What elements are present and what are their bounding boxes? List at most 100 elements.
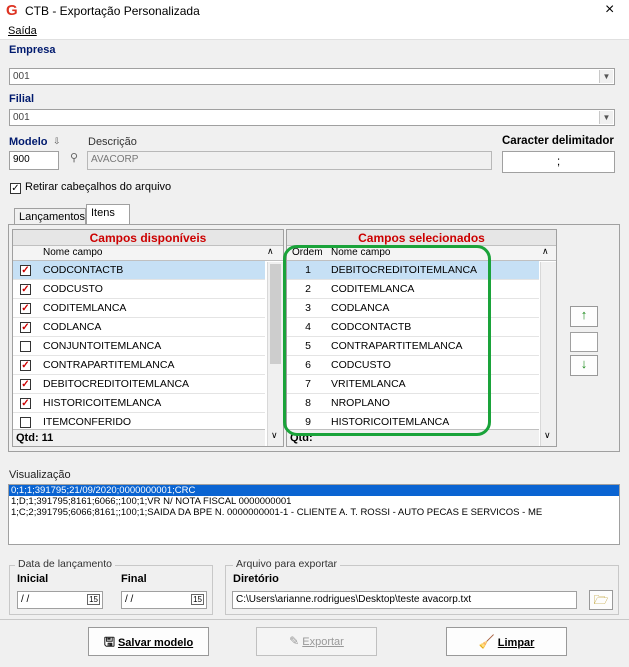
chevron-down-icon[interactable]: ▼ <box>599 111 613 124</box>
field-name: DEBITOCREDITOITEMLANCA <box>43 378 190 390</box>
scroll-thumb[interactable] <box>270 264 281 364</box>
pencil-icon: ✎ <box>289 634 300 648</box>
final-value: / / <box>125 594 134 605</box>
field-name: CODLANCA <box>43 321 102 333</box>
visualizacao-label: Visualização <box>9 469 71 481</box>
field-ordem: 3 <box>305 302 311 314</box>
list-item[interactable]: 5 CONTRAPARTITEMLANCA <box>287 337 539 356</box>
chevron-down-icon[interactable]: ∨ <box>544 430 551 441</box>
field-ordem: 5 <box>305 340 311 352</box>
field-name: CODCONTACTB <box>43 264 124 276</box>
caracter-label: Caracter delimitador <box>502 135 614 147</box>
descricao-input: AVACORP <box>87 151 492 170</box>
close-icon[interactable]: × <box>605 1 614 19</box>
visualizacao-box[interactable]: 0;1;1;391795;21/09/2020;0000000001;CRC 1… <box>8 484 620 545</box>
field-name: CODCUSTO <box>43 283 103 295</box>
disponiveis-col-nome: Nome campo <box>43 247 103 258</box>
chevron-down-icon[interactable]: ∨ <box>271 430 278 441</box>
menu-saida[interactable]: Saída <box>8 25 37 37</box>
inicial-value: / / <box>21 594 30 605</box>
final-label: Final <box>121 573 147 585</box>
window-title: CTB - Exportação Personalizada <box>25 4 200 18</box>
salvar-modelo-button[interactable]: 🖫 Salvar modelo <box>88 627 209 656</box>
field-checkbox[interactable] <box>20 341 31 352</box>
caracter-input[interactable]: ; <box>502 151 615 173</box>
list-item[interactable]: ✓ DEBITOCREDITOITEMLANCA <box>13 375 265 394</box>
title-bar: G CTB - Exportação Personalizada × <box>0 0 629 22</box>
selecionados-title: Campos selecionados <box>287 230 556 246</box>
exportar-button[interactable]: ✎ Exportar <box>256 627 377 656</box>
selecionados-col-ordem: Ordem <box>292 247 323 258</box>
modelo-label: Modelo <box>9 136 48 148</box>
field-checkbox[interactable] <box>20 417 31 428</box>
data-lancamento-title: Data de lançamento <box>15 558 115 570</box>
app-logo-icon: G <box>6 2 18 19</box>
list-item[interactable]: ✓ CODITEMLANCA <box>13 299 265 318</box>
binoculars-icon[interactable]: ⚲ <box>63 151 85 170</box>
calendar-icon[interactable]: 15 <box>87 594 100 605</box>
field-name: CONTRAPARTITEMLANCA <box>331 340 463 352</box>
disponiveis-col-header: Nome campo ∧ <box>13 246 283 261</box>
field-name: HISTORICOITEMLANCA <box>43 397 162 409</box>
list-item[interactable]: 4 CODCONTACTB <box>287 318 539 337</box>
broom-icon: 🧹 <box>478 634 495 649</box>
field-name: CODITEMLANCA <box>331 283 415 295</box>
viz-line-2: 1;C;2;391795;6066;8161;;100;1;SAIDA DA B… <box>11 507 543 518</box>
inicial-input[interactable]: / / 15 <box>17 591 103 609</box>
campos-selecionados-grid: Campos selecionados Ordem Nome campo ∧ 1… <box>286 229 557 447</box>
empresa-combo[interactable]: 001 ▼ <box>9 68 615 85</box>
field-checkbox[interactable]: ✓ <box>20 303 31 314</box>
campos-disponiveis-grid: Campos disponíveis Nome campo ∧ ✓ CODCONT… <box>12 229 284 447</box>
order-input[interactable] <box>570 332 598 352</box>
list-item[interactable]: 7 VRITEMLANCA <box>287 375 539 394</box>
list-item[interactable]: 1 DEBITOCREDITOITEMLANCA <box>287 261 539 280</box>
diretorio-input[interactable]: C:\Users\arianne.rodrigues\Desktop\teste… <box>232 591 577 609</box>
field-name: NROPLANO <box>331 397 390 409</box>
selecionados-qtd: Qtd: <box>287 429 539 446</box>
list-item[interactable]: ✓ CODCUSTO <box>13 280 265 299</box>
list-item[interactable]: 8 NROPLANO <box>287 394 539 413</box>
diretorio-label: Diretório <box>233 573 279 585</box>
move-down-button[interactable]: ↓ <box>570 355 598 376</box>
field-checkbox[interactable]: ✓ <box>20 265 31 276</box>
list-item[interactable]: 2 CODITEMLANCA <box>287 280 539 299</box>
chevron-down-icon[interactable]: ▼ <box>599 70 613 83</box>
field-name: CONJUNTOITEMLANCA <box>43 340 162 352</box>
viz-line-0: 0;1;1;391795;21/09/2020;0000000001;CRC <box>9 485 619 496</box>
disponiveis-scrollbar[interactable]: ∨ <box>267 262 283 446</box>
limpar-button[interactable]: 🧹 Limpar <box>446 627 567 656</box>
field-name: CONTRAPARTITEMLANCA <box>43 359 175 371</box>
disponiveis-rows: ✓ CODCONTACTB ✓ CODCUSTO ✓ CODITEMLANCA ✓ CODLA… <box>13 261 283 432</box>
filial-value: 001 <box>13 112 30 123</box>
field-checkbox[interactable]: ✓ <box>20 398 31 409</box>
list-item[interactable]: ✓ CODCONTACTB <box>13 261 265 280</box>
modelo-input[interactable]: 900 <box>9 151 59 170</box>
list-item[interactable]: 6 CODCUSTO <box>287 356 539 375</box>
list-item[interactable]: ✓ HISTORICOITEMLANCA <box>13 394 265 413</box>
open-folder-button[interactable]: 🗁 <box>589 590 613 610</box>
field-name: CODCONTACTB <box>331 321 412 333</box>
chevron-up-icon[interactable]: ∧ <box>267 246 274 257</box>
retirar-checkbox[interactable]: ✓ <box>10 183 21 194</box>
move-up-button[interactable]: ↑ <box>570 306 598 327</box>
field-checkbox[interactable]: ✓ <box>20 379 31 390</box>
field-checkbox[interactable]: ✓ <box>20 322 31 333</box>
field-ordem: 4 <box>305 321 311 333</box>
field-checkbox[interactable]: ✓ <box>20 360 31 371</box>
field-name: CODCUSTO <box>331 359 391 371</box>
folder-icon: 🗁 <box>593 593 609 607</box>
filial-combo[interactable]: 001 ▼ <box>9 109 615 126</box>
list-item[interactable]: 3 CODLANCA <box>287 299 539 318</box>
list-item[interactable]: ✓ CONTRAPARTITEMLANCA <box>13 356 265 375</box>
chevron-up-icon[interactable]: ∧ <box>542 246 549 257</box>
final-input[interactable]: / / 15 <box>121 591 207 609</box>
calendar-icon[interactable]: 15 <box>191 594 204 605</box>
field-name: VRITEMLANCA <box>331 378 406 390</box>
selecionados-scrollbar[interactable]: ∨ <box>540 262 556 446</box>
field-checkbox[interactable]: ✓ <box>20 284 31 295</box>
menu-saida-label: Saída <box>8 25 37 37</box>
tab-itens[interactable]: Itens <box>86 204 130 224</box>
list-item[interactable]: ✓ CODLANCA <box>13 318 265 337</box>
retirar-label: Retirar cabeçalhos do arquivo <box>25 181 172 193</box>
list-item[interactable]: CONJUNTOITEMLANCA <box>13 337 265 356</box>
